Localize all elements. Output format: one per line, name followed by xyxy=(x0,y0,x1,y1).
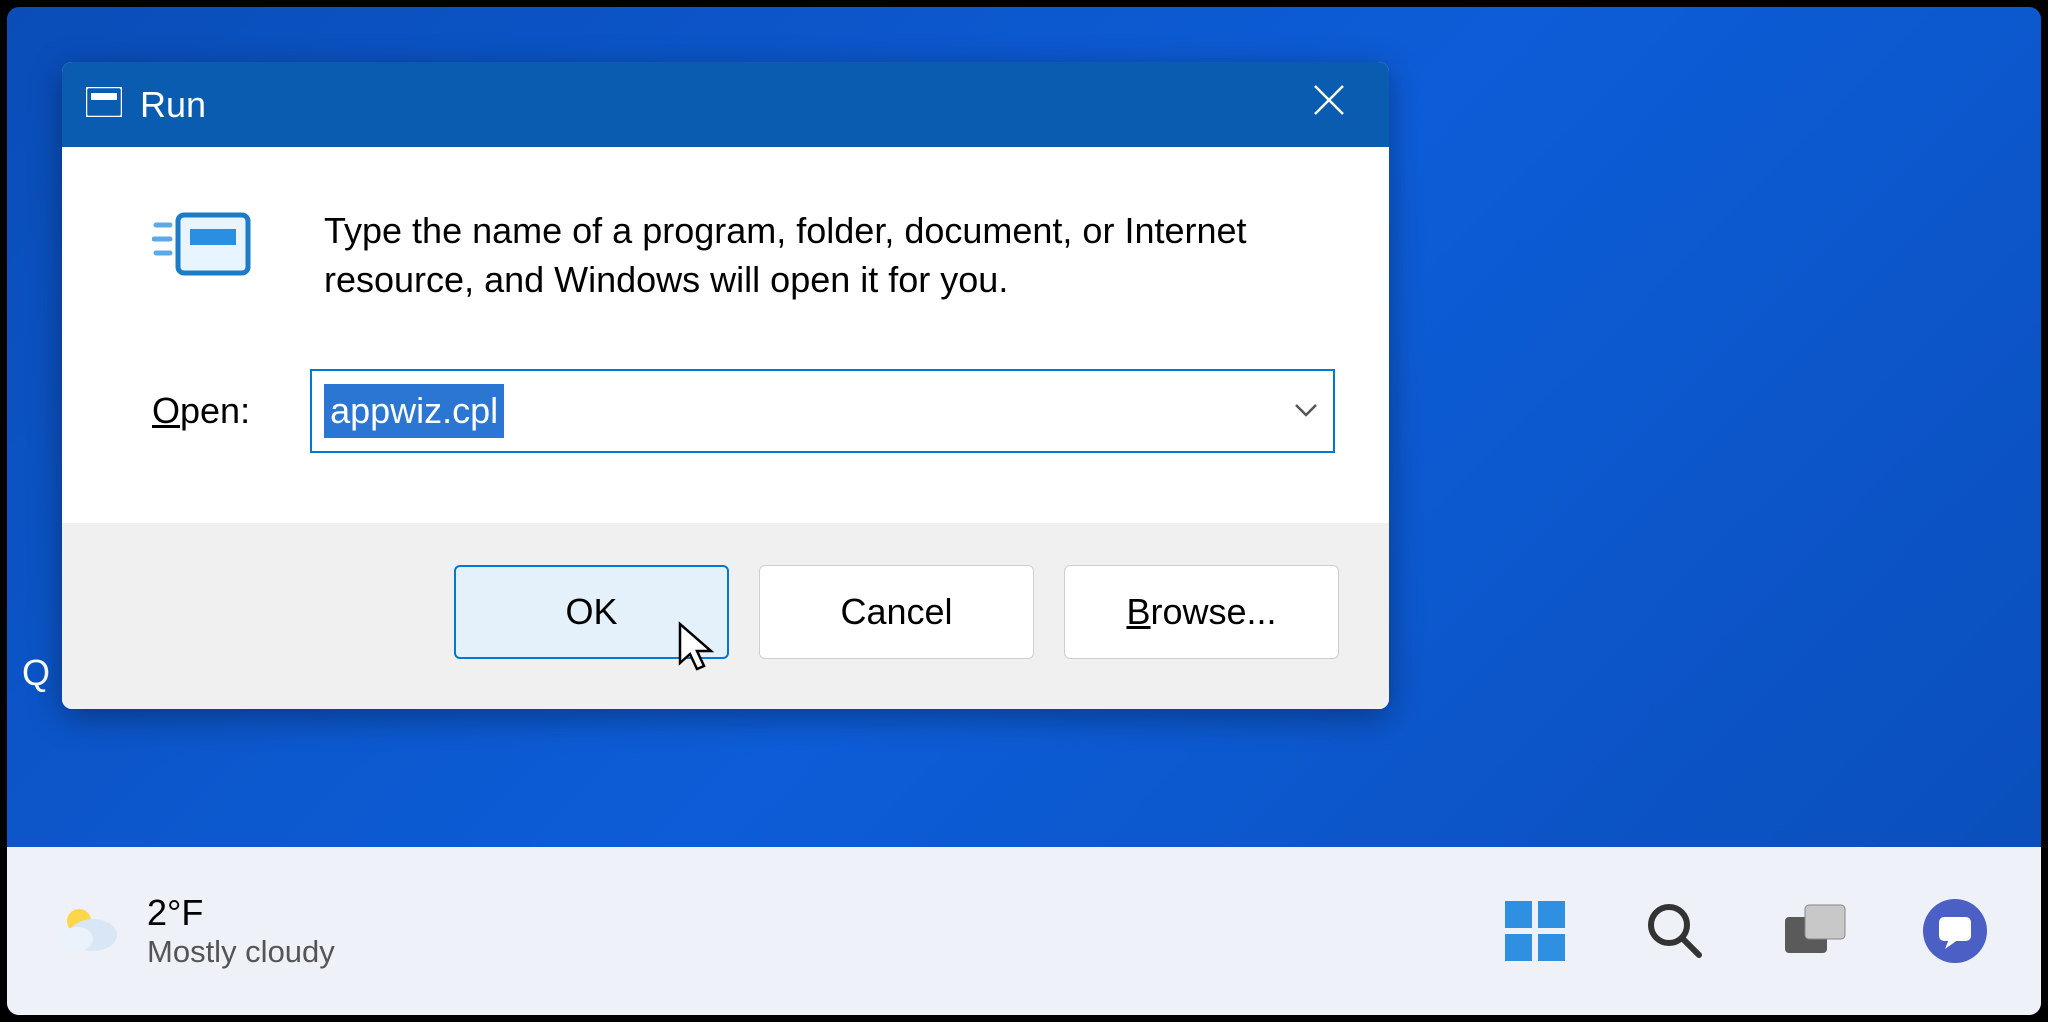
desktop: Q Run xyxy=(7,7,2041,1015)
weather-condition: Mostly cloudy xyxy=(147,934,335,970)
run-large-icon xyxy=(152,207,252,292)
start-button[interactable] xyxy=(1499,895,1571,967)
ok-button[interactable]: OK xyxy=(454,565,729,659)
search-icon[interactable] xyxy=(1639,895,1711,967)
title-bar[interactable]: Run xyxy=(62,62,1389,147)
close-button[interactable] xyxy=(1299,83,1359,126)
run-icon xyxy=(86,87,122,122)
open-input-value[interactable]: appwiz.cpl xyxy=(324,384,504,438)
run-dialog: Run Type the name of a program, fo xyxy=(62,62,1389,709)
chevron-down-icon[interactable] xyxy=(1291,397,1321,425)
dialog-body: Type the name of a program, folder, docu… xyxy=(62,147,1389,523)
dialog-description: Type the name of a program, folder, docu… xyxy=(324,207,1339,304)
browse-button[interactable]: Browse... xyxy=(1064,565,1339,659)
widget-hint: Q xyxy=(22,652,50,694)
dialog-title: Run xyxy=(140,84,206,126)
open-combobox[interactable]: appwiz.cpl xyxy=(310,369,1335,453)
weather-temperature: 2°F xyxy=(147,892,335,934)
cancel-button[interactable]: Cancel xyxy=(759,565,1034,659)
task-view-icon[interactable] xyxy=(1779,895,1851,967)
open-label: Open: xyxy=(152,390,250,432)
taskbar[interactable]: 2°F Mostly cloudy xyxy=(7,847,2041,1015)
chat-icon[interactable] xyxy=(1919,895,1991,967)
taskbar-icons xyxy=(1499,895,1991,967)
weather-widget[interactable]: 2°F Mostly cloudy xyxy=(57,892,335,970)
dialog-footer: OK Cancel Browse... xyxy=(62,523,1389,709)
weather-icon xyxy=(57,901,121,962)
